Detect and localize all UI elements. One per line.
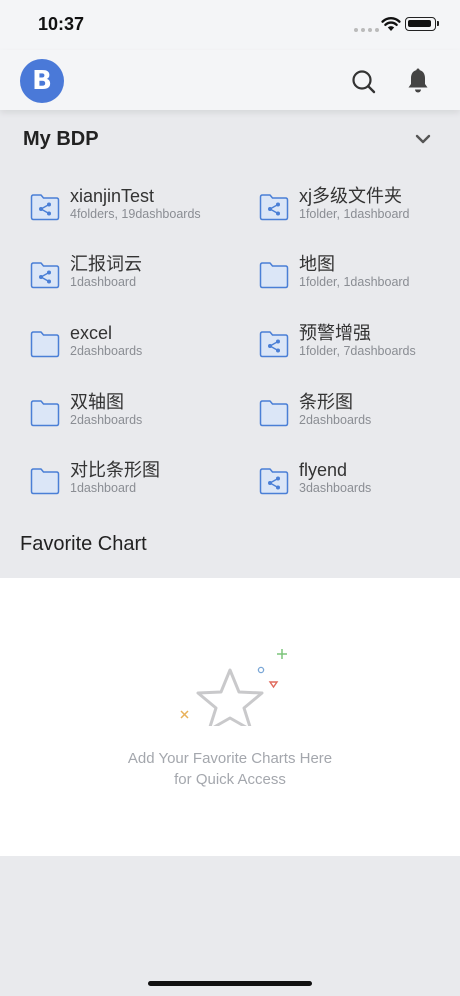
folder-icon <box>259 262 289 289</box>
folder-name: 预警增强 <box>299 323 371 343</box>
folder-icon <box>30 331 60 358</box>
folder-meta: 3dashboards <box>299 481 372 495</box>
section-title-my-bdp: My BDP <box>23 128 99 150</box>
folder-name: 双轴图 <box>70 392 124 412</box>
folder-item[interactable]: 双轴图 2dashboards <box>30 391 240 441</box>
logo-letter: B <box>32 66 52 96</box>
folder-item[interactable]: xianjinTest 4folders, 19dashboards <box>30 185 240 235</box>
folder-meta: 1folder, 1dashboard <box>299 275 410 289</box>
empty-message-line-1: Add Your Favorite Charts Here <box>127 750 333 767</box>
favorite-empty-message: Add Your Favorite Charts Here for Quick … <box>0 748 460 790</box>
section-title-favorite-chart: Favorite Chart <box>20 533 147 555</box>
shared-folder-icon <box>259 194 289 221</box>
folder-meta: 1folder, 1dashboard <box>299 207 410 221</box>
empty-message-line-2: for Quick Access <box>174 771 286 788</box>
folder-icon <box>259 400 289 427</box>
folder-item[interactable]: 汇报词云 1dashboard <box>30 253 240 303</box>
folder-icon <box>30 468 60 495</box>
folder-name: 汇报词云 <box>70 254 142 274</box>
folder-item[interactable]: 对比条形图 1dashboard <box>30 459 240 509</box>
battery-icon <box>405 17 439 31</box>
notification-bell-icon[interactable] <box>404 67 432 95</box>
folder-name: excel <box>70 323 113 343</box>
folder-name: flyend <box>299 460 348 480</box>
status-time: 10:37 <box>38 14 85 34</box>
folder-meta: 2dashboards <box>299 413 372 427</box>
folder-meta: 1dashboard <box>70 481 137 495</box>
folder-name: 对比条形图 <box>70 460 160 480</box>
folder-item[interactable]: excel 2dashboards <box>30 322 240 372</box>
folder-item[interactable]: 预警增强 1folder, 7dashboards <box>259 322 460 372</box>
folder-item[interactable]: 地图 1folder, 1dashboard <box>259 253 460 303</box>
folder-icon <box>30 400 60 427</box>
search-icon[interactable] <box>350 68 378 96</box>
app-logo[interactable]: B <box>20 59 64 103</box>
folder-meta: 4folders, 19dashboards <box>70 207 201 221</box>
folder-meta: 1dashboard <box>70 275 137 289</box>
shared-folder-icon <box>259 468 289 495</box>
folder-meta: 1folder, 7dashboards <box>299 344 416 358</box>
folder-meta: 2dashboards <box>70 413 143 427</box>
star-empty-illustration-icon <box>180 649 287 740</box>
folder-item[interactable]: flyend 3dashboards <box>259 459 460 509</box>
folder-name: xianjinTest <box>70 186 155 206</box>
shared-folder-icon <box>30 262 60 289</box>
folder-item[interactable]: xj多级文件夹 1folder, 1dashboard <box>259 185 460 235</box>
shared-folder-icon <box>259 331 289 358</box>
home-indicator[interactable] <box>148 981 312 986</box>
chevron-down-icon[interactable] <box>414 132 432 146</box>
wifi-icon <box>381 17 401 31</box>
folder-meta: 2dashboards <box>70 344 143 358</box>
app-header: B <box>0 50 460 110</box>
folder-name: 地图 <box>299 254 335 274</box>
folder-name: 条形图 <box>299 392 353 412</box>
shared-folder-icon <box>30 194 60 221</box>
folder-item[interactable]: 条形图 2dashboards <box>259 391 460 441</box>
status-bar: 10:37 <box>0 0 460 50</box>
folder-name: xj多级文件夹 <box>299 186 402 206</box>
cellular-signal-icon <box>354 28 379 32</box>
